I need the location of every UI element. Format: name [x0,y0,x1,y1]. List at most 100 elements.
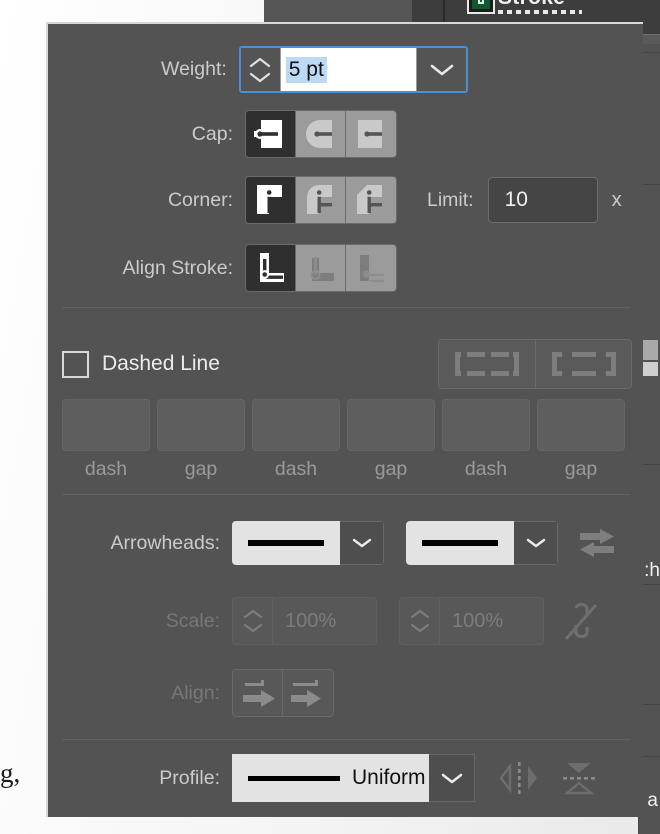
scale-end-stepper[interactable] [400,598,440,644]
chevron-down-icon [352,538,371,548]
profile-preview: Uniform [232,754,429,802]
scale-start-value[interactable]: 100% [273,598,376,644]
section-divider [62,494,630,495]
miter-limit-value: 10 [504,188,528,211]
panel-title-dotted-underline [498,10,582,14]
arrowheads-label: Arrowheads: [110,531,220,554]
dash-input-1[interactable] [62,399,150,451]
chevron-down-icon[interactable] [243,623,263,633]
weight-row: Weight: 5 pt [48,46,468,93]
dash-gap-item[interactable]: gap [347,399,435,481]
dashed-line-row: Dashed Line [62,339,632,389]
dash-gap-item[interactable]: dash [62,399,150,481]
dashed-line-checkbox[interactable] [62,350,89,378]
weight-dropdown-button[interactable] [416,48,466,91]
arrowhead-align-button-group[interactable] [232,669,334,717]
arrowhead-end-preview [406,521,514,565]
arrowhead-start-dropdown[interactable] [232,521,384,565]
profile-row: Profile: Uniform [48,754,638,802]
dash-gap-item[interactable]: gap [537,399,625,481]
stroke-panel: Weight: 5 pt Cap: Corner: Limit: 10 x Al… [46,22,643,817]
scale-start-input-group[interactable]: 100% [232,597,377,645]
align-stroke-row: Align Stroke: [48,244,468,292]
butt-cap-button[interactable] [246,111,296,157]
dash-gap-item[interactable]: gap [157,399,245,481]
plain-line-icon [248,540,324,546]
gap-input-3[interactable] [537,399,625,451]
gap-caption-1: gap [184,458,218,480]
weight-input[interactable]: 5 pt [280,48,416,91]
dashed-line-label: Dashed Line [102,352,220,375]
stroke-color-swatch-icon[interactable] [467,0,495,14]
dash-input-2[interactable] [252,399,340,451]
align-stroke-outside-button[interactable] [346,245,396,291]
cap-button-group[interactable] [245,110,397,158]
limit-label: Limit: [427,188,474,211]
background-text-fragment: g, [0,758,21,788]
corner-button-group[interactable] [245,176,397,224]
background-text-fragment: :h [644,560,660,581]
miter-limit-input[interactable]: 10 [487,177,598,223]
dash-gap-item[interactable]: dash [442,399,530,481]
chevron-down-icon [430,64,453,75]
projecting-cap-button[interactable] [346,111,396,157]
chevron-down-icon[interactable] [410,623,430,633]
miter-join-button[interactable] [246,177,296,223]
uniform-profile-icon [248,775,340,781]
align-stroke-inside-button[interactable] [296,245,346,291]
scale-start-stepper[interactable] [233,598,273,644]
chevron-up-icon[interactable] [410,609,430,619]
corner-row: Corner: Limit: 10 x [48,176,638,224]
background-text-fragment: a [647,790,658,811]
weight-stepper[interactable] [240,48,281,91]
scale-end-input-group[interactable]: 100% [399,597,544,645]
dash-alignment-button-group[interactable] [438,339,632,389]
background-swatch-light[interactable] [641,340,658,360]
flip-across-icon[interactable] [557,756,601,800]
extend-arrow-beyond-end-button[interactable] [233,670,283,716]
profile-dropdown[interactable]: Uniform [232,754,475,802]
gap-input-1[interactable] [157,399,245,451]
corner-label: Corner: [167,188,233,211]
chevron-up-icon[interactable] [243,609,263,619]
gap-caption-2: gap [374,458,408,480]
arrowhead-end-dropdown[interactable] [406,521,558,565]
chevron-down-icon[interactable] [249,72,271,83]
bevel-join-button[interactable] [346,177,396,223]
place-arrow-at-end-button[interactable] [283,670,333,716]
background-swatch-pale[interactable] [641,362,658,376]
plain-line-icon [422,540,498,546]
scale-end-value[interactable]: 100% [440,598,543,644]
chevron-up-icon[interactable] [249,57,271,68]
round-cap-button[interactable] [296,111,346,157]
gap-input-2[interactable] [347,399,435,451]
round-join-button[interactable] [296,177,346,223]
profile-label: Profile: [159,766,220,789]
scale-row: Scale: 100% 100% [48,597,638,645]
arrowhead-start-dropdown-button[interactable] [340,521,384,565]
arrowheads-row: Arrowheads: [48,521,638,565]
align-stroke-button-group[interactable] [245,244,397,292]
section-divider [62,739,630,740]
dash-caption-3: dash [464,458,508,480]
profile-dropdown-button[interactable] [429,754,475,802]
gap-caption-3: gap [564,458,598,480]
weight-input-group[interactable]: 5 pt [238,46,468,93]
dash-gap-item[interactable]: dash [252,399,340,481]
weight-label: Weight: [161,58,227,80]
arrowhead-start-preview [232,521,340,565]
dashed-line-toggle[interactable]: Dashed Line [62,350,220,378]
arrowhead-align-row: Align: [48,669,468,717]
broken-link-icon[interactable] [562,599,600,643]
chevron-down-icon [526,538,545,548]
align-stroke-center-button[interactable] [246,245,296,291]
swap-arrowheads-icon[interactable] [576,523,618,563]
flip-along-icon[interactable] [497,756,541,800]
dashes-preserve-exact-lengths-button[interactable] [439,340,535,388]
arrowhead-end-dropdown-button[interactable] [514,521,558,565]
dash-input-3[interactable] [442,399,530,451]
chevron-down-icon [441,773,462,783]
dash-gap-fields-row: dash gap dash gap dash gap [62,399,632,481]
dash-caption-2: dash [274,458,318,480]
dashes-adjust-to-corners-button[interactable] [535,340,631,388]
